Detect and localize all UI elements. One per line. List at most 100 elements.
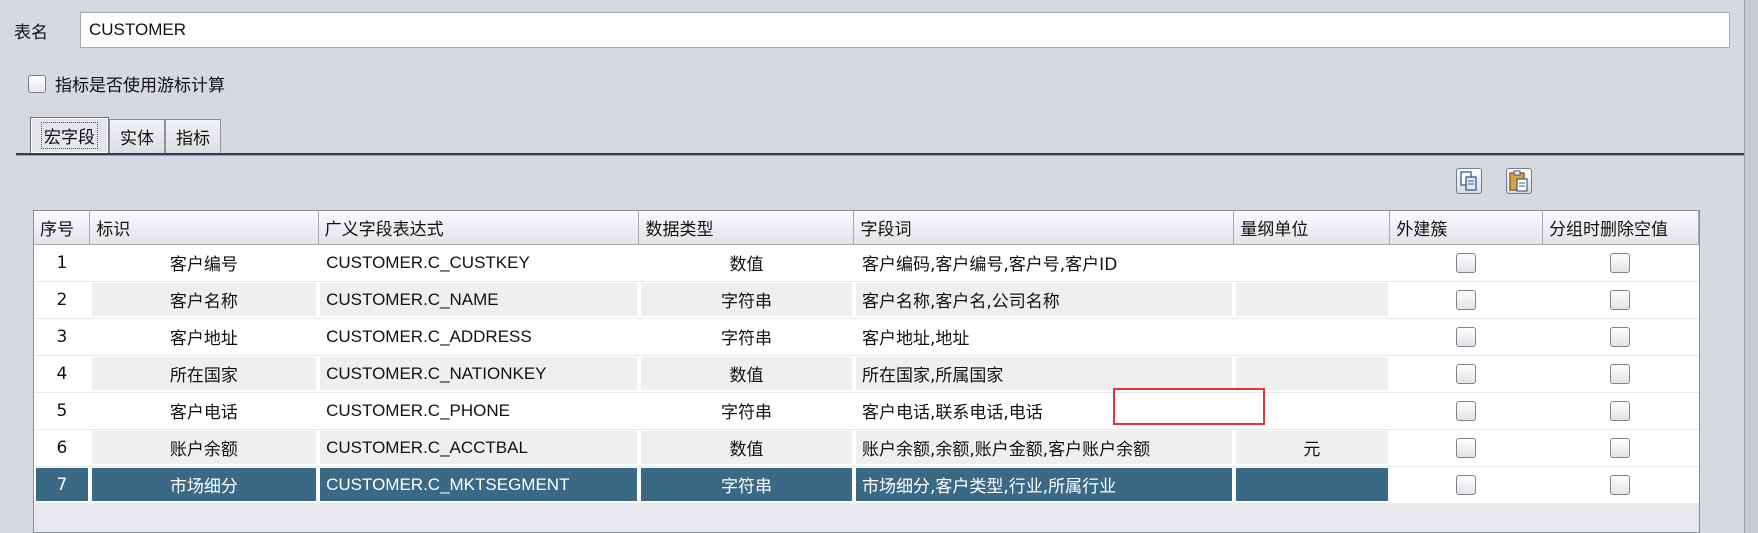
cell-field-words[interactable]: 账户余额,余额,账户金额,客户账户余额 xyxy=(853,429,1234,466)
cell-no[interactable]: 1 xyxy=(34,244,90,281)
table-name-input[interactable]: CUSTOMER xyxy=(80,12,1730,48)
cell-data-type[interactable]: 数值 xyxy=(638,355,854,392)
cell-unit[interactable]: 元 xyxy=(1233,429,1390,466)
table-row[interactable]: 4 所在国家 CUSTOMER.C_NATIONKEY 数值 所在国家,所属国家 xyxy=(34,355,1699,392)
cell-no[interactable]: 7 xyxy=(34,466,90,503)
drop-null-checkbox[interactable] xyxy=(1610,326,1631,347)
cell-expression[interactable]: CUSTOMER.C_ADDRESS xyxy=(318,318,639,355)
table-row[interactable]: 7 市场细分 CUSTOMER.C_MKTSEGMENT 字符串 市场细分,客户类型,行… xyxy=(34,466,1699,503)
tab-metric[interactable]: 指标 xyxy=(165,119,221,153)
foreign-key-checkbox[interactable] xyxy=(1456,289,1477,310)
cell-field-words[interactable]: 客户名称,客户名,公司名称 xyxy=(853,281,1234,318)
column-header-foreign-key[interactable]: 外建簇 xyxy=(1389,211,1543,245)
column-header-data-type[interactable]: 数据类型 xyxy=(638,211,855,245)
cell-no[interactable]: 5 xyxy=(34,392,90,429)
cell-field-words[interactable]: 市场细分,客户类型,行业,所属行业 xyxy=(853,466,1234,503)
cursor-option[interactable]: 指标是否使用游标计算 xyxy=(28,71,225,96)
cell-expression-content: CUSTOMER.C_ACCTBAL xyxy=(320,431,637,464)
foreign-key-checkbox[interactable] xyxy=(1456,326,1477,347)
cell-id[interactable]: 客户地址 xyxy=(89,318,319,355)
cell-no[interactable]: 2 xyxy=(34,281,90,318)
cell-unit[interactable] xyxy=(1233,392,1390,429)
column-header-expression[interactable]: 广义字段表达式 xyxy=(318,211,640,245)
drop-null-checkbox[interactable] xyxy=(1610,252,1631,273)
cell-unit[interactable] xyxy=(1233,355,1390,392)
cell-foreign-key[interactable] xyxy=(1389,244,1543,281)
cell-expression[interactable]: CUSTOMER.C_NATIONKEY xyxy=(318,355,639,392)
cell-id[interactable]: 市场细分 xyxy=(89,466,319,503)
drop-null-checkbox[interactable] xyxy=(1610,474,1631,495)
cell-data-type[interactable]: 字符串 xyxy=(638,318,854,355)
cursor-checkbox[interactable] xyxy=(28,74,46,93)
cell-no-text: 7 xyxy=(56,474,68,495)
cell-unit-content xyxy=(1235,357,1388,390)
tab-macro-fields[interactable]: 宏字段 xyxy=(30,117,109,153)
cell-expression-text: CUSTOMER.C_CUSTKEY xyxy=(326,252,530,272)
table-row[interactable]: 5 客户电话 CUSTOMER.C_PHONE 字符串 客户电话,联系电话,电话 xyxy=(34,392,1699,429)
cell-data-type[interactable]: 字符串 xyxy=(638,466,854,503)
cell-foreign-key[interactable] xyxy=(1389,429,1543,466)
cell-no[interactable]: 6 xyxy=(34,429,90,466)
cell-id[interactable]: 客户电话 xyxy=(89,392,319,429)
cell-id-text: 客户地址 xyxy=(169,329,238,349)
cell-id[interactable]: 所在国家 xyxy=(89,355,319,392)
cell-no-content: 7 xyxy=(36,468,88,501)
cell-foreign-key[interactable] xyxy=(1389,318,1543,355)
cell-drop-null-content xyxy=(1544,246,1696,279)
cell-data-type[interactable]: 字符串 xyxy=(638,281,854,318)
cell-drop-null[interactable] xyxy=(1542,244,1699,281)
cell-foreign-key[interactable] xyxy=(1389,466,1543,503)
column-header-field-words[interactable]: 字段词 xyxy=(853,211,1235,245)
foreign-key-checkbox[interactable] xyxy=(1456,363,1477,384)
cell-data-type[interactable]: 数值 xyxy=(638,429,854,466)
cell-id[interactable]: 客户名称 xyxy=(89,281,319,318)
column-header-unit[interactable]: 量纲单位 xyxy=(1233,211,1391,245)
cell-expression[interactable]: CUSTOMER.C_NAME xyxy=(318,281,639,318)
cell-field-words[interactable]: 所在国家,所属国家 xyxy=(853,355,1234,392)
paste-button[interactable] xyxy=(1506,168,1532,194)
table-row[interactable]: 2 客户名称 CUSTOMER.C_NAME 字符串 客户名称,客户名,公司名称 xyxy=(34,281,1699,318)
cell-unit[interactable] xyxy=(1233,466,1390,503)
cell-foreign-key[interactable] xyxy=(1389,355,1543,392)
cell-no[interactable]: 3 xyxy=(34,318,90,355)
cell-drop-null[interactable] xyxy=(1542,355,1699,392)
cell-drop-null[interactable] xyxy=(1542,429,1699,466)
cell-expression[interactable]: CUSTOMER.C_ACCTBAL xyxy=(318,429,639,466)
column-header-id[interactable]: 标识 xyxy=(89,211,319,245)
cell-data-type[interactable]: 字符串 xyxy=(638,392,854,429)
cell-field-words[interactable]: 客户地址,地址 xyxy=(853,318,1234,355)
foreign-key-checkbox[interactable] xyxy=(1456,252,1477,273)
table-row[interactable]: 6 账户余额 CUSTOMER.C_ACCTBAL 数值 账户余额,余额,账户金额,客户… xyxy=(34,429,1699,466)
cell-foreign-key[interactable] xyxy=(1389,392,1543,429)
cell-unit[interactable] xyxy=(1233,281,1390,318)
cell-unit[interactable] xyxy=(1233,244,1390,281)
table-row[interactable]: 1 客户编号 CUSTOMER.C_CUSTKEY 数值 客户编码,客户编号,客户号,客… xyxy=(34,244,1699,281)
cell-data-type[interactable]: 数值 xyxy=(638,244,854,281)
cell-no[interactable]: 4 xyxy=(34,355,90,392)
foreign-key-checkbox[interactable] xyxy=(1456,437,1477,458)
cell-expression[interactable]: CUSTOMER.C_MKTSEGMENT xyxy=(318,466,639,503)
cell-field-words[interactable]: 客户电话,联系电话,电话 xyxy=(853,392,1234,429)
tab-entity[interactable]: 实体 xyxy=(109,119,165,153)
drop-null-checkbox[interactable] xyxy=(1610,363,1631,384)
drop-null-checkbox[interactable] xyxy=(1610,289,1631,310)
foreign-key-checkbox[interactable] xyxy=(1456,474,1477,495)
cell-id[interactable]: 客户编号 xyxy=(89,244,319,281)
cell-unit[interactable] xyxy=(1233,318,1390,355)
cell-id[interactable]: 账户余额 xyxy=(89,429,319,466)
column-header-no[interactable]: 序号 xyxy=(34,211,91,245)
cell-drop-null[interactable] xyxy=(1542,281,1699,318)
column-header-drop-null[interactable]: 分组时删除空值 xyxy=(1542,211,1700,245)
cell-expression[interactable]: CUSTOMER.C_PHONE xyxy=(318,392,639,429)
drop-null-checkbox[interactable] xyxy=(1610,437,1631,458)
cell-drop-null[interactable] xyxy=(1542,318,1699,355)
cell-drop-null[interactable] xyxy=(1542,392,1699,429)
cell-expression[interactable]: CUSTOMER.C_CUSTKEY xyxy=(318,244,639,281)
cell-foreign-key[interactable] xyxy=(1389,281,1543,318)
foreign-key-checkbox[interactable] xyxy=(1456,400,1477,421)
cell-drop-null[interactable] xyxy=(1542,466,1699,503)
drop-null-checkbox[interactable] xyxy=(1610,400,1631,421)
table-row[interactable]: 3 客户地址 CUSTOMER.C_ADDRESS 字符串 客户地址,地址 xyxy=(34,318,1699,355)
copy-button[interactable] xyxy=(1456,168,1482,194)
cell-field-words[interactable]: 客户编码,客户编号,客户号,客户ID xyxy=(853,244,1234,281)
